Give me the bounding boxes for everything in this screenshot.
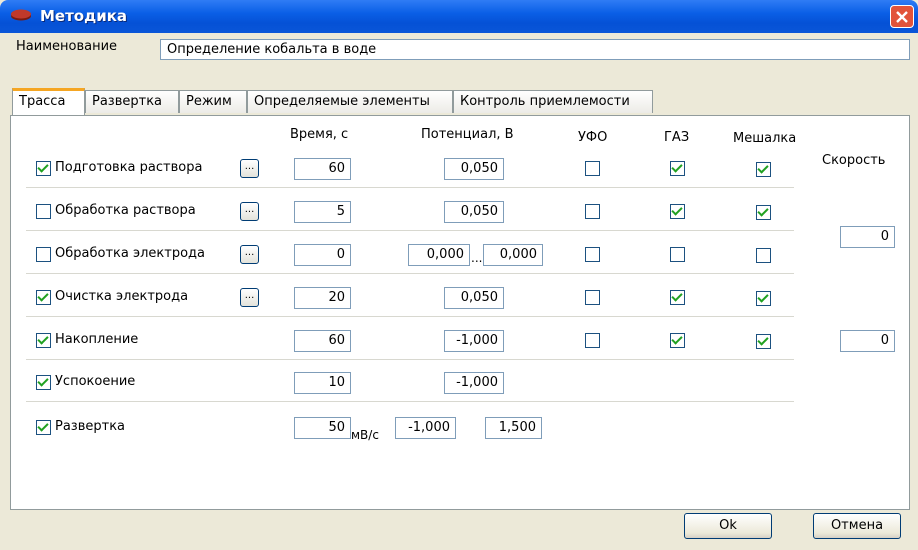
time-input[interactable]: 60 — [294, 330, 351, 352]
potential-input[interactable]: 0,050 — [444, 201, 504, 223]
row-label: Накопление — [55, 332, 139, 347]
header-gaz: ГАЗ — [664, 130, 690, 145]
header-time: Время, с — [290, 127, 349, 142]
header-mixer: Мешалка — [733, 131, 797, 146]
row-enabled-checkbox[interactable] — [36, 375, 51, 390]
details-button[interactable]: ... — [240, 159, 259, 178]
row-divider — [26, 230, 794, 231]
app-icon — [11, 9, 31, 21]
tab-trassa[interactable]: Трасса — [12, 88, 85, 115]
scan-from-input[interactable]: -1,000 — [395, 417, 456, 439]
name-label: Наименование — [16, 39, 118, 54]
tab-control[interactable]: Контроль приемлемости — [453, 90, 653, 113]
close-button[interactable] — [890, 5, 914, 28]
speed-input[interactable]: 0 — [840, 330, 895, 352]
row-enabled-checkbox[interactable] — [36, 204, 51, 219]
row-label: Очистка электрода — [55, 289, 189, 304]
range-separator: ... — [471, 251, 483, 265]
ufo-checkbox[interactable] — [585, 333, 600, 348]
mixer-checkbox[interactable] — [756, 162, 771, 177]
row-label: Подготовка раствора — [55, 160, 203, 175]
cancel-button[interactable]: Отмена — [813, 513, 901, 539]
ufo-checkbox[interactable] — [585, 247, 600, 262]
potential-from-input[interactable]: 0,000 — [408, 244, 470, 266]
mixer-checkbox[interactable] — [756, 248, 771, 263]
close-icon — [896, 11, 908, 23]
time-input[interactable]: 10 — [294, 372, 351, 394]
row-divider — [26, 187, 794, 188]
details-button[interactable]: ... — [240, 288, 259, 307]
potential-input[interactable]: 0,050 — [444, 158, 504, 180]
potential-input[interactable]: -1,000 — [444, 372, 504, 394]
mixer-checkbox[interactable] — [756, 205, 771, 220]
row-divider — [26, 359, 794, 360]
time-input[interactable]: 5 — [294, 201, 351, 223]
window-title: Методика — [40, 7, 128, 25]
tab-rezhim[interactable]: Режим — [179, 90, 247, 113]
gaz-checkbox[interactable] — [670, 290, 685, 305]
scan-to-input[interactable]: 1,500 — [485, 417, 542, 439]
header-speed: Скорость — [822, 153, 886, 168]
details-button[interactable]: ... — [240, 202, 259, 221]
name-row: Наименование Определение кобальта в воде — [0, 33, 918, 73]
row-enabled-checkbox[interactable] — [36, 247, 51, 262]
mixer-checkbox[interactable] — [756, 291, 771, 306]
time-input[interactable]: 60 — [294, 158, 351, 180]
gaz-checkbox[interactable] — [670, 247, 685, 262]
row-enabled-checkbox[interactable] — [36, 333, 51, 348]
gaz-checkbox[interactable] — [670, 204, 685, 219]
row-enabled-checkbox[interactable] — [36, 161, 51, 176]
header-potential: Потенциал, В — [421, 127, 514, 142]
row-enabled-checkbox[interactable] — [36, 290, 51, 305]
row-label: Развертка — [55, 419, 126, 434]
rate-input[interactable]: 50 — [294, 417, 351, 439]
row-divider — [26, 316, 794, 317]
ok-button[interactable]: Ok — [684, 513, 772, 539]
tab-panel: Время, с Потенциал, В УФО ГАЗ Мешалка Ск… — [10, 115, 910, 510]
tab-razvertka[interactable]: Развертка — [85, 90, 179, 113]
details-button[interactable]: ... — [240, 245, 259, 264]
speed-input[interactable]: 0 — [840, 226, 895, 248]
potential-input[interactable]: -1,000 — [444, 330, 504, 352]
mixer-checkbox[interactable] — [756, 334, 771, 349]
time-input[interactable]: 20 — [294, 287, 351, 309]
ufo-checkbox[interactable] — [585, 204, 600, 219]
tab-elements[interactable]: Определяемые элементы — [247, 90, 453, 113]
potential-to-input[interactable]: 0,000 — [483, 244, 543, 266]
rate-unit: мВ/с — [351, 428, 379, 442]
ufo-checkbox[interactable] — [585, 290, 600, 305]
name-input[interactable]: Определение кобальта в воде — [160, 39, 910, 60]
dialog-window: Методика Наименование Определение кобаль… — [0, 0, 918, 550]
gaz-checkbox[interactable] — [670, 161, 685, 176]
potential-input[interactable]: 0,050 — [444, 287, 504, 309]
ufo-checkbox[interactable] — [585, 161, 600, 176]
title-bar[interactable]: Методика — [0, 0, 918, 33]
gaz-checkbox[interactable] — [670, 333, 685, 348]
time-input[interactable]: 0 — [294, 244, 351, 266]
row-divider — [26, 401, 794, 402]
row-label: Успокоение — [55, 374, 136, 389]
row-enabled-checkbox[interactable] — [36, 420, 51, 435]
row-label: Обработка раствора — [55, 203, 196, 218]
row-divider — [26, 273, 794, 274]
header-ufo: УФО — [578, 130, 608, 145]
row-label: Обработка электрода — [55, 246, 205, 261]
